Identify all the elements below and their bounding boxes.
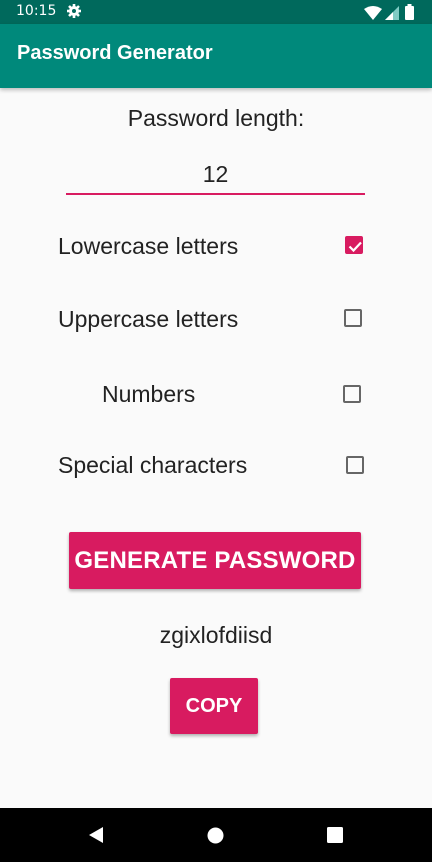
lowercase-label: Lowercase letters [58,233,239,259]
home-icon[interactable] [207,827,224,848]
app-bar: Password Generator [0,24,432,88]
numbers-label: Numbers [102,381,196,407]
app-title: Password Generator [17,42,213,64]
status-bar: 10:15 [0,0,432,24]
wifi-icon [364,5,382,24]
generate-password-button[interactable]: GENERATE PASSWORD [69,532,361,589]
lowercase-checkbox[interactable] [345,236,363,254]
signal-icon [385,5,399,24]
status-time: 10:15 [16,3,57,19]
navigation-bar [0,808,432,862]
copy-button[interactable]: COPY [170,678,258,734]
battery-icon [405,4,414,24]
settings-icon [66,3,82,23]
checkmark-icon [348,241,362,253]
password-length-input[interactable] [66,155,365,195]
numbers-checkbox[interactable] [343,385,361,403]
back-icon[interactable] [88,827,104,847]
uppercase-checkbox[interactable] [344,309,362,327]
special-characters-checkbox[interactable] [346,456,364,474]
uppercase-label: Uppercase letters [58,306,239,332]
recents-icon[interactable] [327,827,343,847]
generated-password: zgixlofdiisd [159,622,273,648]
special-characters-label: Special characters [58,452,248,478]
password-length-label: Password length: [127,105,305,131]
